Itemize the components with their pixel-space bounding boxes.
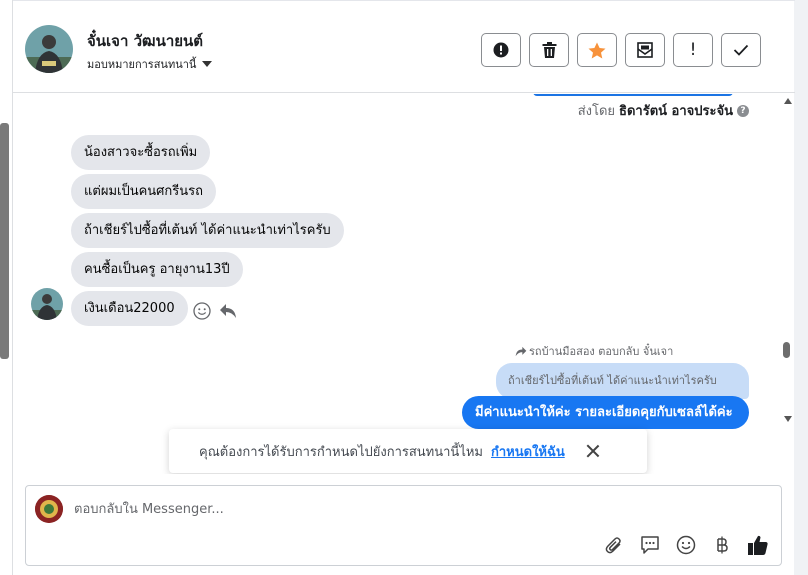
star-button[interactable] xyxy=(577,33,617,67)
sent-by-prefix: ส่งโดย xyxy=(577,104,616,119)
conversation-header: จั๋นเจา วัฒนายนต์ มอบหมายการสนทนานี้ ! xyxy=(13,0,795,93)
reply-input[interactable] xyxy=(74,498,574,520)
star-icon xyxy=(588,42,606,58)
incoming-message[interactable]: ถ้าเชียร์ไปซื้อที่เต้นท์ ได้ค่าแนะนำเท่า… xyxy=(71,213,344,248)
chevron-down-icon xyxy=(202,61,213,67)
sent-by-name: ธิดารัตน์ อาจประจัน xyxy=(619,104,733,119)
reply-context: รถบ้านมือสอง ตอบกลับ จั๋นเจา xyxy=(515,342,673,360)
thumbs-up-icon[interactable] xyxy=(747,534,769,556)
outgoing-message[interactable]: มีค่าแนะนำให้ค่ะ รายละเอียดคุยกับเซลล์ได… xyxy=(462,396,749,429)
incoming-message[interactable]: น้องสาวจะซื้อรถเพิ่ม xyxy=(71,135,211,170)
exclamation-icon: ! xyxy=(689,40,697,60)
assign-conversation-dropdown[interactable]: มอบหมายการสนทนานี้ xyxy=(87,55,213,73)
composer-tools xyxy=(603,534,769,556)
mark-unread-button[interactable] xyxy=(625,33,665,67)
trash-icon xyxy=(542,42,556,58)
delete-button[interactable] xyxy=(529,33,569,67)
incoming-message[interactable]: เงินเดือน22000 xyxy=(71,291,188,326)
mark-unread-icon xyxy=(637,42,653,58)
assign-to-me-link[interactable]: กำหนดให้ฉัน xyxy=(491,441,565,462)
emoji-icon[interactable] xyxy=(675,534,697,556)
thread-scrollbar[interactable] xyxy=(780,94,794,474)
sender-avatar[interactable] xyxy=(31,288,63,320)
payment-baht-icon[interactable] xyxy=(711,534,733,556)
smiley-icon[interactable] xyxy=(193,302,211,320)
saved-replies-icon[interactable] xyxy=(639,534,661,556)
quoted-message[interactable]: ถ้าเชียร์ไปซื้อที่เต้นท์ ได้ค่าแนะนำเท่า… xyxy=(496,363,749,399)
scroll-down-arrow[interactable] xyxy=(784,416,792,422)
help-icon[interactable]: ? xyxy=(737,104,749,117)
scroll-thumb[interactable] xyxy=(783,342,790,358)
scroll-up-arrow[interactable] xyxy=(784,98,792,104)
left-scroll-indicator[interactable] xyxy=(0,123,9,359)
alert-circle-icon xyxy=(493,42,509,58)
previous-message-bubble xyxy=(533,94,733,96)
checkmark-icon xyxy=(733,44,749,56)
mark-done-button[interactable] xyxy=(721,33,761,67)
incoming-message[interactable]: คนซื้อเป็นครู อายุงาน13ปี xyxy=(71,252,243,287)
window-right-gutter xyxy=(794,0,808,575)
reply-arrow-icon xyxy=(515,346,527,356)
header-actions: ! xyxy=(481,33,761,67)
contact-name: จั๋นเจา วัฒนายนต์ xyxy=(87,32,204,50)
flag-button[interactable]: ! xyxy=(673,33,713,67)
assign-prompt-banner: คุณต้องการได้รับการกำหนดไปยังการสนทนานี้… xyxy=(169,429,647,473)
conversation-panel: จั๋นเจา วัฒนายนต์ มอบหมายการสนทนานี้ ! ส… xyxy=(12,0,795,575)
reply-icon[interactable] xyxy=(219,303,237,319)
close-icon[interactable] xyxy=(585,443,601,459)
sent-by-row: ส่งโดย ธิดารัตน์ อาจประจัน ? xyxy=(578,100,749,121)
page-avatar xyxy=(35,495,63,523)
reply-label: รถบ้านมือสอง ตอบกลับ จั๋นเจา xyxy=(529,345,674,358)
attachment-icon[interactable] xyxy=(603,534,625,556)
message-hover-actions xyxy=(193,302,237,320)
alert-button[interactable] xyxy=(481,33,521,67)
assign-label: มอบหมายการสนทนานี้ xyxy=(87,58,197,71)
incoming-message[interactable]: แต่ผมเป็นคนศกรีนรถ xyxy=(71,174,217,209)
assign-prompt-text: คุณต้องการได้รับการกำหนดไปยังการสนทนานี้… xyxy=(199,444,483,460)
reply-composer xyxy=(25,485,782,566)
message-thread: ส่งโดย ธิดารัตน์ อาจประจัน ? น้องสาวจะซื… xyxy=(13,94,795,474)
contact-avatar[interactable] xyxy=(25,25,73,73)
